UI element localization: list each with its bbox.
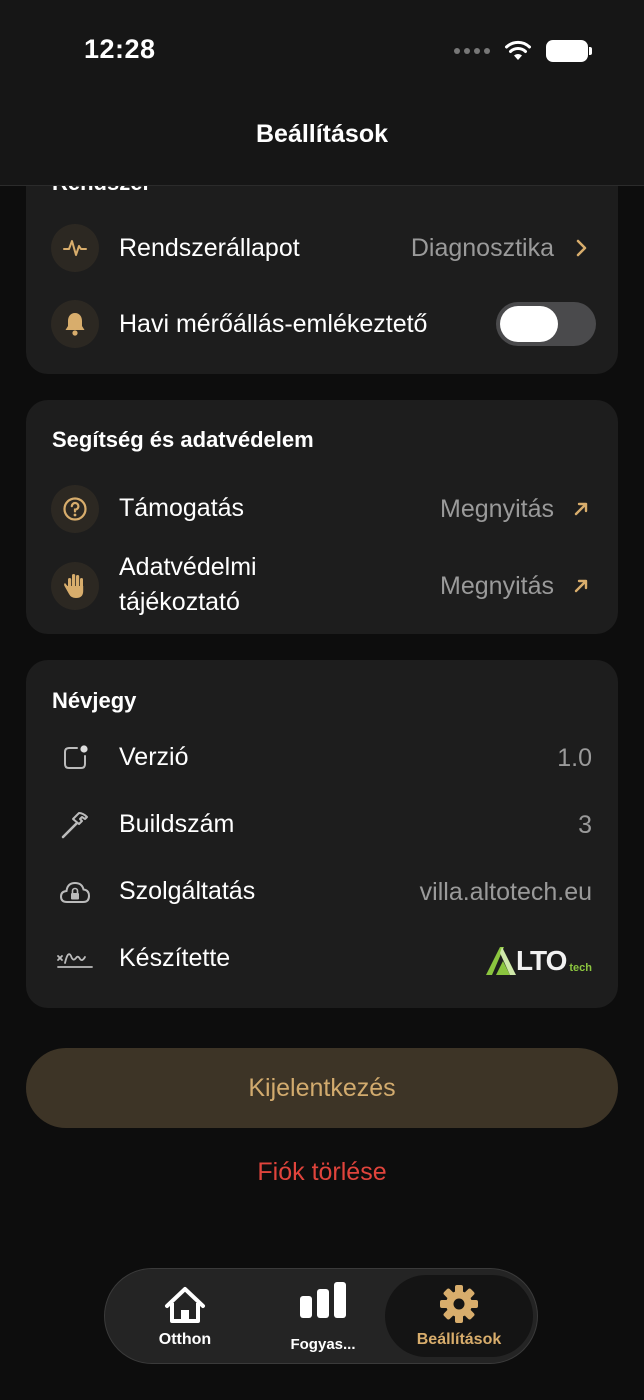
row-value: villa.altotech.eu	[419, 878, 592, 906]
row-label: Készítette	[119, 944, 231, 972]
hand-icon	[51, 562, 99, 610]
bell-icon	[51, 300, 99, 348]
row-support[interactable]: Támogatás Megnyitás	[26, 476, 618, 542]
arrow-up-right-icon	[570, 498, 592, 520]
row-label: Rendszerállapot	[119, 234, 300, 262]
help-privacy-section-card: Segítség és adatvédelem Támogatás Megnyi…	[26, 400, 618, 634]
row-build-number: Buildszám 3	[26, 799, 618, 851]
question-icon	[51, 485, 99, 533]
wifi-icon	[505, 40, 531, 60]
status-icons	[454, 40, 592, 62]
hammer-icon	[56, 806, 94, 844]
pulse-icon	[51, 224, 99, 272]
delete-account-button[interactable]: Fiók törlése	[0, 1158, 644, 1187]
app-badge-icon	[56, 739, 94, 777]
tab-home[interactable]: Otthon	[123, 1269, 247, 1365]
row-label-line: Adatvédelmi	[119, 553, 257, 581]
navigation-header: Beállítások	[0, 100, 644, 186]
reminder-toggle[interactable]	[496, 302, 596, 346]
section-title-help: Segítség és adatvédelem	[52, 427, 314, 452]
status-time: 12:28	[84, 34, 156, 64]
row-label: Szolgáltatás	[119, 877, 256, 905]
tab-label: Beállítások	[416, 1331, 502, 1348]
gear-icon	[440, 1285, 478, 1323]
row-label: Támogatás	[119, 494, 245, 522]
logo-subtext: tech	[569, 962, 592, 974]
bar-chart-icon	[300, 1281, 346, 1318]
tab-label: Otthon	[158, 1331, 212, 1348]
status-bar: 12:28	[0, 0, 644, 100]
row-label: Buildszám	[119, 810, 235, 838]
logo-text: LTO	[515, 945, 567, 976]
row-value: Megnyitás	[440, 572, 554, 600]
tab-label: Fogyas...	[290, 1335, 356, 1353]
row-value: Diagnosztika	[410, 234, 554, 262]
cloud-lock-icon	[56, 873, 94, 911]
row-label: Havi mérőállás-emlékeztető	[119, 310, 428, 338]
row-version: Verzió 1.0	[26, 732, 618, 784]
battery-icon	[546, 40, 592, 62]
tab-bar: Otthon Fogyas... Beállítások	[104, 1268, 538, 1364]
row-label-two-lines: Adatvédelmi tájékoztató	[119, 550, 257, 620]
tab-settings[interactable]: Beállítások	[385, 1275, 533, 1357]
signature-icon	[56, 940, 94, 978]
row-system-status[interactable]: Rendszerállapot Diagnosztika	[26, 214, 618, 282]
row-label: Verzió	[119, 743, 189, 771]
row-value: 1.0	[557, 744, 592, 772]
altotech-logo: LTO tech	[485, 943, 592, 976]
logo-a-mark	[485, 947, 516, 975]
toggle-knob	[500, 306, 558, 342]
logout-button[interactable]: Kijelentkezés	[26, 1048, 618, 1128]
row-value: Megnyitás	[440, 495, 554, 523]
house-icon	[165, 1287, 205, 1323]
row-service: Szolgáltatás villa.altotech.eu	[26, 866, 618, 918]
about-section-card: Névjegy Verzió 1.0 Buildszám 3 Szolgálta…	[26, 660, 618, 1008]
row-label-line: tájékoztató	[119, 588, 240, 616]
arrow-up-right-icon	[570, 575, 592, 597]
row-monthly-reminder: Havi mérőállás-emlékeztető	[26, 290, 618, 358]
chevron-right-icon	[570, 237, 592, 259]
page-title: Beállítások	[255, 120, 388, 148]
row-privacy-policy[interactable]: Adatvédelmi tájékoztató Megnyitás	[26, 548, 618, 624]
section-title-about: Névjegy	[52, 688, 137, 713]
row-value: 3	[578, 811, 592, 839]
signal-icon	[454, 48, 490, 54]
tab-consumption[interactable]: Fogyas...	[261, 1269, 385, 1365]
row-made-by: Készítette LTO tech	[26, 933, 618, 985]
